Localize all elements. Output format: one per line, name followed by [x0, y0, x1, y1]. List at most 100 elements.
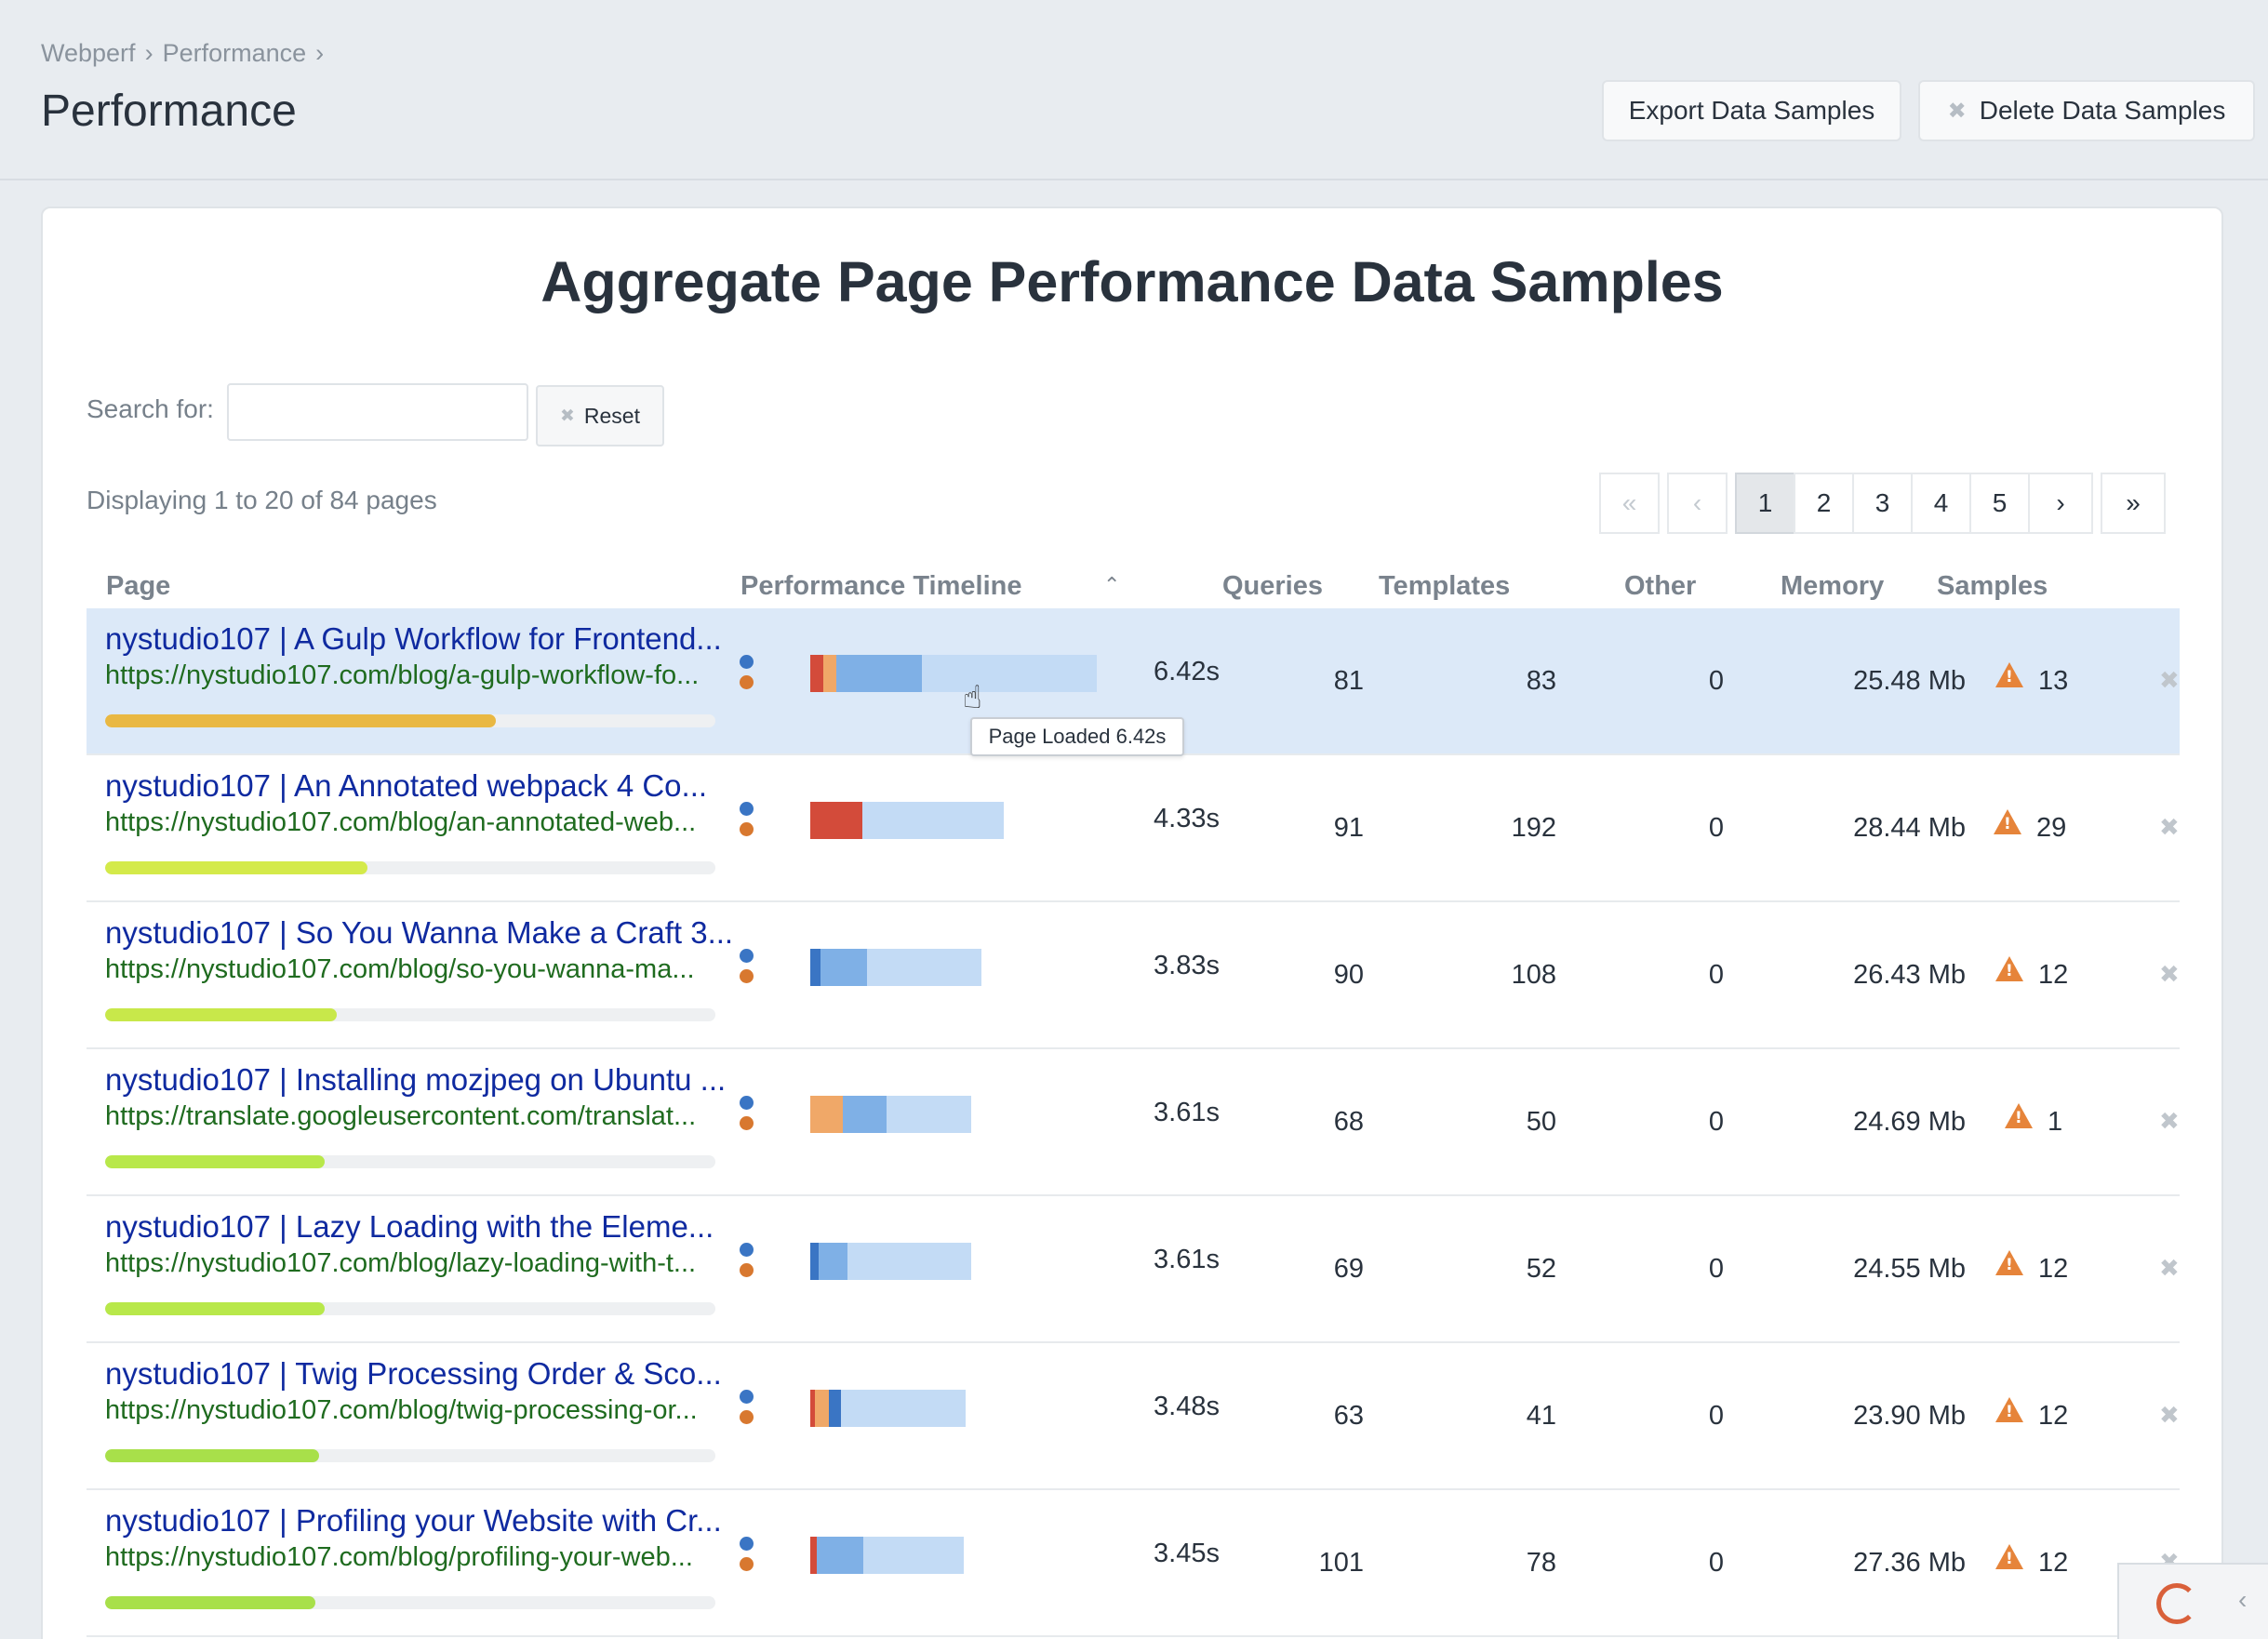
card-title: Aggregate Page Performance Data Samples: [540, 250, 1724, 313]
samples-count: 12: [2038, 1401, 2069, 1431]
column-header-queries[interactable]: Queries: [1222, 571, 1323, 602]
templates-value: 78: [1526, 1548, 1556, 1578]
performance-timeline-bar[interactable]: [810, 1390, 966, 1427]
search-label: Search for:: [87, 394, 214, 423]
breadcrumb-separator-icon: ›: [315, 39, 325, 67]
page-load-time: 4.33s: [1154, 804, 1220, 833]
page-5-button[interactable]: 5: [1969, 473, 2030, 534]
memory-value: 27.36 Mb: [1853, 1548, 1966, 1578]
timeline-segment: [810, 949, 820, 986]
legend-dot-icon: [740, 969, 754, 983]
queries-value: 68: [1333, 1107, 1364, 1137]
export-data-samples-button[interactable]: Export Data Samples: [1602, 80, 1901, 141]
delete-data-samples-button[interactable]: ✖ Delete Data Samples: [1918, 80, 2255, 141]
debug-toolbar[interactable]: ‹: [2117, 1563, 2268, 1639]
other-value: 0: [1708, 1107, 1724, 1137]
performance-timeline-bar[interactable]: [810, 802, 1004, 839]
delete-row-icon[interactable]: ✖: [2159, 1401, 2180, 1430]
queries-value: 101: [1318, 1548, 1364, 1578]
page-title-link[interactable]: nystudio107 | Installing mozjpeg on Ubun…: [105, 1062, 726, 1098]
table-row[interactable]: nystudio107 | So You Wanna Make a Craft …: [87, 902, 2180, 1049]
breadcrumb: Webperf › Performance ›: [41, 39, 324, 68]
page-prev-button[interactable]: ‹: [1667, 473, 1728, 534]
timeline-segment: [823, 655, 836, 692]
load-progress-bar: [105, 714, 715, 727]
memory-value: 24.69 Mb: [1853, 1107, 1966, 1137]
page-title-link[interactable]: nystudio107 | An Annotated webpack 4 Co.…: [105, 768, 707, 804]
warning-icon: [1995, 1544, 2023, 1569]
templates-value: 83: [1526, 666, 1556, 696]
page-url: https://nystudio107.com/blog/a-gulp-work…: [105, 660, 700, 690]
legend-dot-icon: [740, 1263, 754, 1277]
table-row[interactable]: nystudio107 | Twig Processing Order & Sc…: [87, 1343, 2180, 1490]
other-value: 0: [1708, 666, 1724, 696]
delete-row-icon[interactable]: ✖: [2159, 960, 2180, 989]
templates-value: 41: [1526, 1401, 1556, 1431]
page-url: https://nystudio107.com/blog/lazy-loadin…: [105, 1248, 697, 1278]
samples-count: 12: [2038, 1548, 2069, 1578]
templates-value: 108: [1511, 960, 1556, 990]
page-title-link[interactable]: nystudio107 | Twig Processing Order & Sc…: [105, 1356, 722, 1392]
breadcrumb-webperf[interactable]: Webperf: [41, 39, 136, 68]
page-1-button[interactable]: 1: [1735, 473, 1795, 534]
breadcrumb-performance[interactable]: Performance: [163, 39, 307, 68]
memory-value: 28.44 Mb: [1853, 813, 1966, 843]
reset-button[interactable]: ✖ Reset: [536, 385, 664, 446]
page-next-button[interactable]: ›: [2028, 473, 2093, 534]
page-title-link[interactable]: nystudio107 | A Gulp Workflow for Fronte…: [105, 621, 722, 657]
page-2-button[interactable]: 2: [1794, 473, 1854, 534]
delete-row-icon[interactable]: ✖: [2159, 1254, 2180, 1283]
delete-button-label: Delete Data Samples: [1979, 96, 2226, 125]
chevron-left-icon[interactable]: ‹: [2238, 1585, 2247, 1615]
page-4-button[interactable]: 4: [1911, 473, 1971, 534]
timeline-segment: [829, 1390, 841, 1427]
column-header-timeline[interactable]: Performance Timeline: [740, 571, 1021, 602]
column-header-memory[interactable]: Memory: [1781, 571, 1884, 602]
delete-row-icon[interactable]: ✖: [2159, 1107, 2180, 1136]
search-input[interactable]: [227, 383, 528, 441]
performance-timeline-bar[interactable]: [810, 655, 1097, 692]
timeline-segment: [841, 1390, 966, 1427]
legend-dot-icon: [740, 1096, 754, 1110]
page-title-link[interactable]: nystudio107 | Profiling your Website wit…: [105, 1503, 722, 1539]
memory-value: 25.48 Mb: [1853, 666, 1966, 696]
performance-timeline-bar[interactable]: [810, 949, 981, 986]
warning-icon: [2005, 1103, 2033, 1128]
close-icon: ✖: [559, 406, 575, 426]
samples-count: 12: [2038, 960, 2069, 990]
timeline-segment: [819, 1243, 847, 1280]
page-load-time: 3.48s: [1154, 1392, 1220, 1421]
timeline-segment: [820, 949, 867, 986]
other-value: 0: [1708, 1401, 1724, 1431]
sort-ascending-icon[interactable]: ⌃: [1103, 573, 1120, 597]
table-row[interactable]: nystudio107 | Lazy Loading with the Elem…: [87, 1196, 2180, 1343]
page-title-link[interactable]: nystudio107 | Lazy Loading with the Elem…: [105, 1209, 714, 1245]
queries-value: 81: [1333, 666, 1364, 696]
performance-timeline-bar[interactable]: [810, 1096, 971, 1133]
timeline-segment: [862, 1537, 964, 1574]
column-header-samples[interactable]: Samples: [1937, 571, 2048, 602]
page-last-button[interactable]: »: [2101, 473, 2166, 534]
table-row[interactable]: nystudio107 | Installing mozjpeg on Ubun…: [87, 1049, 2180, 1196]
performance-timeline-bar[interactable]: [810, 1243, 971, 1280]
load-progress-bar: [105, 1449, 715, 1462]
warning-icon: [1995, 956, 2023, 981]
column-header-templates[interactable]: Templates: [1379, 571, 1510, 602]
warning-icon: [1995, 662, 2023, 687]
column-header-page[interactable]: Page: [106, 571, 170, 602]
timeline-segment: [847, 1243, 971, 1280]
page-first-button[interactable]: «: [1599, 473, 1660, 534]
page-url: https://nystudio107.com/blog/so-you-wann…: [105, 954, 695, 984]
delete-row-icon[interactable]: ✖: [2159, 813, 2180, 842]
table-row[interactable]: nystudio107 | Profiling your Website wit…: [87, 1490, 2180, 1637]
performance-timeline-bar[interactable]: [810, 1537, 964, 1574]
page-3-button[interactable]: 3: [1852, 473, 1913, 534]
column-header-other[interactable]: Other: [1624, 571, 1696, 602]
legend-dot-icon: [740, 1557, 754, 1571]
delete-row-icon[interactable]: ✖: [2159, 666, 2180, 695]
page-url: https://translate.googleusercontent.com/…: [105, 1101, 697, 1131]
timeline-segment: [810, 802, 862, 839]
displaying-count: Displaying 1 to 20 of 84 pages: [87, 486, 437, 514]
page-title-link[interactable]: nystudio107 | So You Wanna Make a Craft …: [105, 915, 733, 951]
table-row[interactable]: nystudio107 | An Annotated webpack 4 Co.…: [87, 755, 2180, 902]
